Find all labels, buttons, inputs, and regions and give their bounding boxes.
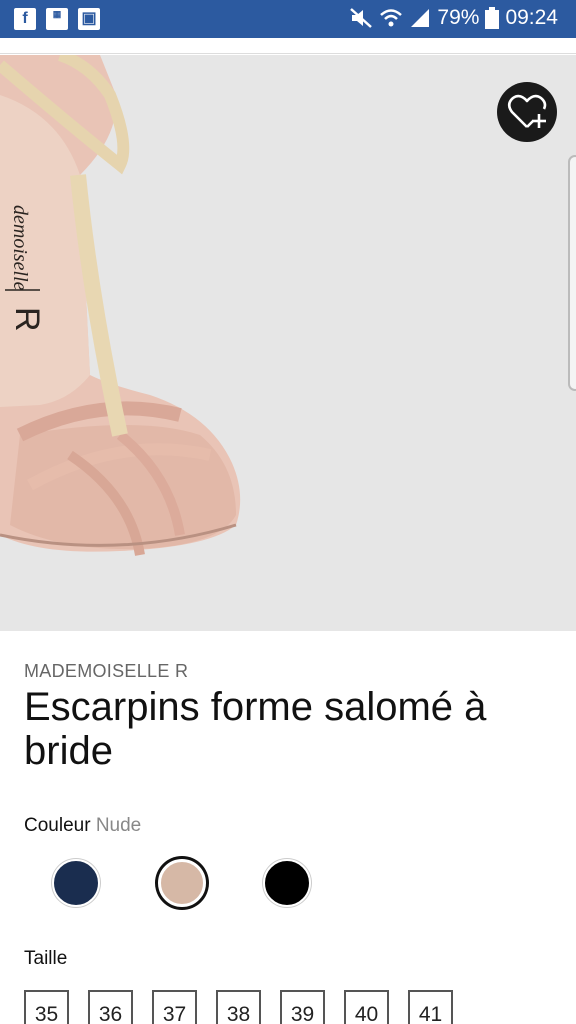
size-option[interactable]: 35: [24, 990, 69, 1024]
size-options: 35 36 37 38 39 40 41: [24, 990, 453, 1024]
color-label: Couleur Nude: [24, 815, 141, 837]
mute-icon: [350, 8, 373, 28]
product-title: Escarpins forme salomé à bride: [24, 685, 487, 773]
gallery-icon: ▣: [78, 8, 100, 30]
wifi-icon: [380, 9, 403, 27]
battery-icon: [485, 7, 500, 29]
color-value: Nude: [95, 815, 142, 836]
brand-name[interactable]: MADEMOISELLE R: [24, 661, 188, 682]
color-swatch-black[interactable]: [263, 859, 311, 907]
svg-text:demoiselle: demoiselle: [9, 205, 31, 291]
color-label-text: Couleur: [24, 815, 91, 836]
size-option[interactable]: 37: [152, 990, 197, 1024]
battery-percent: 79%: [437, 6, 480, 29]
size-label: Taille: [24, 948, 68, 969]
size-option[interactable]: 36: [88, 990, 133, 1024]
product-image-carousel[interactable]: demoiselle R: [0, 55, 576, 631]
next-image-peek[interactable]: [568, 155, 576, 391]
facebook-icon: f: [14, 8, 36, 30]
status-bar: f ▦ ▣ 79% 09:24: [0, 0, 576, 38]
add-to-wishlist-button[interactable]: [497, 82, 557, 142]
signal-icon: [411, 9, 430, 27]
insole-brand-logo: R: [8, 307, 46, 332]
app-icon: ▦: [46, 8, 68, 30]
size-option[interactable]: 41: [408, 990, 453, 1024]
color-swatch-nude[interactable]: [158, 859, 206, 907]
svg-text:R: R: [8, 307, 46, 332]
product-image: demoiselle R: [0, 55, 241, 556]
size-option[interactable]: 40: [344, 990, 389, 1024]
top-divider: [0, 38, 576, 54]
insole-brand-text: demoiselle: [9, 205, 31, 291]
size-option[interactable]: 39: [280, 990, 325, 1024]
heart-plus-icon: [507, 94, 547, 128]
clock: 09:24: [505, 6, 558, 29]
size-option[interactable]: 38: [216, 990, 261, 1024]
color-swatch-navy[interactable]: [52, 859, 100, 907]
